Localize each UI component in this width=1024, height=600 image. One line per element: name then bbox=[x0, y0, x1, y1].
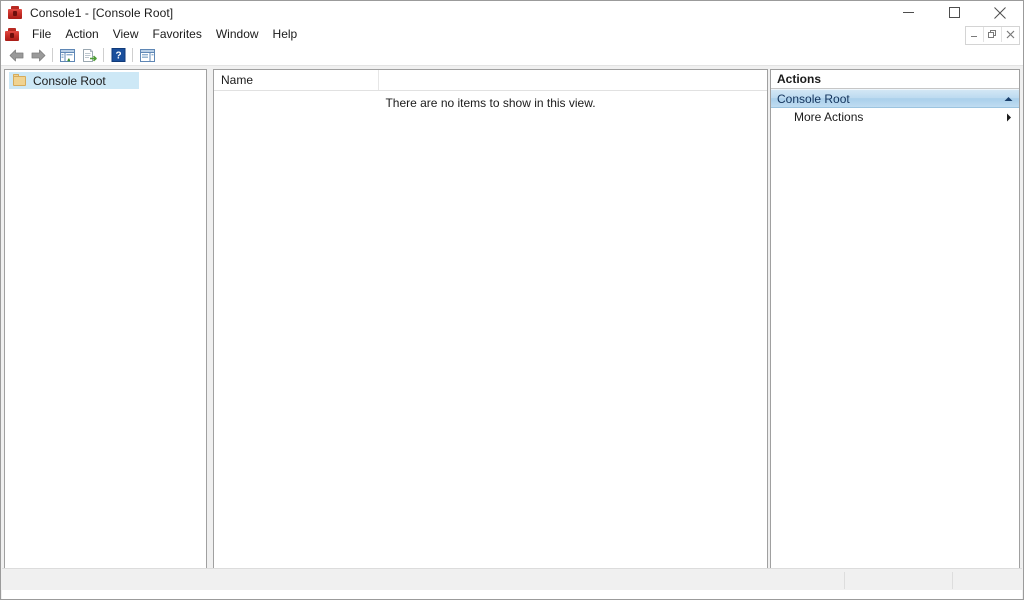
close-button[interactable] bbox=[977, 1, 1023, 24]
question-mark-icon: ? bbox=[111, 48, 126, 62]
show-action-pane-icon bbox=[139, 48, 156, 63]
mdi-window-controls bbox=[965, 26, 1020, 45]
menu-item-help[interactable]: Help bbox=[266, 25, 305, 44]
svg-text:?: ? bbox=[115, 51, 121, 62]
action-item-label: More Actions bbox=[794, 110, 864, 124]
export-list-button[interactable] bbox=[78, 46, 100, 65]
list-empty-message: There are no items to show in this view. bbox=[385, 96, 596, 110]
minimize-button[interactable] bbox=[885, 1, 931, 24]
column-header-filler bbox=[379, 70, 767, 90]
menu-item-file[interactable]: File bbox=[25, 25, 58, 44]
forward-button[interactable] bbox=[27, 46, 49, 65]
toolbar: ? bbox=[1, 45, 1023, 66]
mdi-minimize-button[interactable] bbox=[966, 27, 984, 42]
tree-item-label: Console Root bbox=[33, 73, 106, 88]
work-area: Console Root Name There are no items to … bbox=[1, 66, 1023, 576]
tree-item-console-root[interactable]: Console Root bbox=[9, 72, 139, 89]
actions-pane: Actions Console Root More Actions bbox=[770, 69, 1020, 574]
mmc-menu-icon[interactable] bbox=[4, 27, 20, 43]
action-item-more-actions[interactable]: More Actions bbox=[771, 108, 1019, 126]
menu-item-action[interactable]: Action bbox=[58, 25, 105, 44]
show-hide-tree-button[interactable] bbox=[56, 46, 78, 65]
folder-icon bbox=[12, 73, 28, 88]
column-header-name[interactable]: Name bbox=[214, 70, 379, 90]
console-tree-pane: Console Root bbox=[4, 69, 207, 574]
chevron-right-icon[interactable] bbox=[1006, 113, 1012, 122]
arrow-left-icon bbox=[8, 48, 25, 63]
window-title: Console1 - [Console Root] bbox=[30, 5, 174, 20]
maximize-button[interactable] bbox=[931, 1, 977, 24]
arrow-right-icon bbox=[30, 48, 47, 63]
show-tree-icon bbox=[59, 48, 76, 63]
mdi-close-button[interactable] bbox=[1002, 27, 1019, 42]
status-bar-divider-2 bbox=[952, 572, 953, 589]
export-list-icon bbox=[81, 48, 98, 63]
action-group-label: Console Root bbox=[777, 91, 850, 106]
menu-item-window[interactable]: Window bbox=[209, 25, 266, 44]
show-action-pane-button[interactable] bbox=[136, 46, 158, 65]
help-button[interactable]: ? bbox=[107, 46, 129, 65]
list-column-header: Name bbox=[214, 70, 767, 91]
menu-bar: File Action View Favorites Window Help bbox=[1, 24, 1023, 45]
background-window-strip bbox=[2, 590, 1022, 599]
back-button[interactable] bbox=[5, 46, 27, 65]
window-controls bbox=[885, 1, 1023, 24]
result-list-pane: Name There are no items to show in this … bbox=[213, 69, 768, 574]
menu-item-view[interactable]: View bbox=[106, 25, 146, 44]
actions-pane-title: Actions bbox=[771, 70, 1019, 89]
toolbar-separator-3 bbox=[132, 48, 133, 62]
mmc-console-icon bbox=[7, 5, 23, 21]
toolbar-separator-1 bbox=[52, 48, 53, 62]
action-group-console-root[interactable]: Console Root bbox=[771, 89, 1019, 108]
status-bar-divider-1 bbox=[844, 572, 845, 589]
menu-item-favorites[interactable]: Favorites bbox=[146, 25, 209, 44]
mdi-restore-button[interactable] bbox=[984, 27, 1002, 42]
status-bar bbox=[2, 568, 1022, 590]
title-bar: Console1 - [Console Root] bbox=[1, 1, 1023, 24]
toolbar-separator-2 bbox=[103, 48, 104, 62]
chevron-up-icon[interactable] bbox=[1004, 96, 1013, 102]
mmc-console-window: Console1 - [Console Root] File Action Vi… bbox=[0, 0, 1024, 600]
